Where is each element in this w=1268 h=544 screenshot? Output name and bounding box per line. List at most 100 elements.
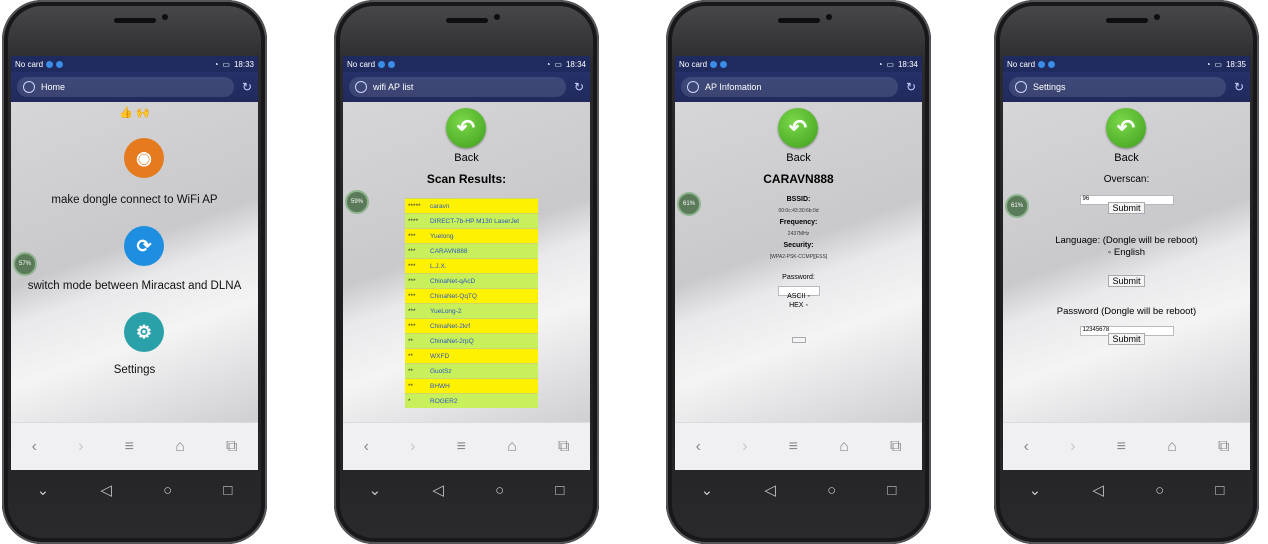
table-row[interactable]: *** ChinaNet-QqTQ	[405, 288, 538, 304]
back-arrow-icon[interactable]: ‹	[1024, 438, 1029, 456]
nav-home-icon[interactable]: ○	[163, 482, 172, 499]
nav-recents-icon[interactable]: □	[887, 482, 896, 499]
chevron-down-icon[interactable]: ⌄	[369, 481, 382, 499]
tabs-icon[interactable]: ⧉	[558, 438, 569, 456]
back-button[interactable]: Back	[343, 152, 590, 164]
ssid-link[interactable]: GuotSz	[427, 363, 538, 379]
menu-item-switch-mode[interactable]: switch mode between Miracast and DLNA	[11, 280, 258, 292]
nav-recents-icon[interactable]: □	[1215, 482, 1224, 499]
tabs-icon[interactable]: ⧉	[890, 438, 901, 456]
forward-arrow-icon[interactable]: ›	[78, 438, 83, 456]
nav-recents-icon[interactable]: □	[555, 482, 564, 499]
nav-recents-icon[interactable]: □	[223, 482, 232, 499]
notification-icon	[388, 60, 396, 68]
tabs-icon[interactable]: ⧉	[1218, 438, 1229, 456]
home-icon[interactable]: ⌂	[175, 438, 185, 456]
table-row[interactable]: *** CARAVN888	[405, 243, 538, 259]
browser-url-bar[interactable]: Settings ↻	[1003, 72, 1250, 102]
refresh-icon[interactable]: ⟳	[124, 226, 164, 266]
language-radio[interactable]: ◦ English	[1003, 247, 1250, 258]
table-row[interactable]: ** GuotSz	[405, 363, 538, 379]
ssid-link[interactable]: BHWH	[427, 378, 538, 394]
nav-back-icon[interactable]: ◁	[432, 481, 444, 499]
nav-back-icon[interactable]: ◁	[1092, 481, 1104, 499]
table-row[interactable]: * ROGER2	[405, 393, 538, 408]
back-icon[interactable]: ↶	[1106, 108, 1146, 148]
back-arrow-icon[interactable]: ‹	[32, 438, 37, 456]
table-row[interactable]: *** ChinaNet-qAcD	[405, 273, 538, 289]
table-row[interactable]: ***** caravn	[405, 198, 538, 214]
forward-arrow-icon[interactable]: ›	[410, 438, 415, 456]
ssid-link[interactable]: Yuelong	[427, 228, 538, 244]
ssid-link[interactable]: ChinaNet-qAcD	[427, 273, 538, 289]
password-submit-button[interactable]: Submit	[1108, 333, 1145, 345]
front-camera	[1154, 14, 1160, 20]
browser-url-bar[interactable]: wifi AP list ↻	[343, 72, 590, 102]
nav-home-icon[interactable]: ○	[1155, 482, 1164, 499]
back-button[interactable]: Back	[1003, 152, 1250, 164]
menu-icon[interactable]: ≡	[125, 438, 134, 456]
forward-arrow-icon[interactable]: ›	[742, 438, 747, 456]
ssid-link[interactable]: caravn	[427, 198, 538, 214]
nav-home-icon[interactable]: ○	[495, 482, 504, 499]
carrier-label: No card	[1007, 59, 1036, 69]
chevron-down-icon[interactable]: ⌄	[701, 481, 714, 499]
submit-button[interactable]	[791, 337, 806, 343]
back-arrow-icon[interactable]: ‹	[364, 438, 369, 456]
reload-icon[interactable]: ↻	[242, 80, 252, 94]
table-row[interactable]: **** DIRECT-7b-HP M130 LaserJet	[405, 213, 538, 229]
reload-icon[interactable]: ↻	[1234, 80, 1244, 94]
nav-back-icon[interactable]: ◁	[764, 481, 776, 499]
menu-icon[interactable]: ≡	[789, 438, 798, 456]
security-label: Security:	[783, 242, 814, 249]
ssid-link[interactable]: ChinaNet-2krf	[427, 318, 538, 334]
ssid-link[interactable]: ChinaNet-2rpQ	[427, 333, 538, 349]
table-row[interactable]: ** WXFD	[405, 348, 538, 364]
browser-url-bar[interactable]: Home ↻	[11, 72, 258, 102]
ascii-radio[interactable]: ASCII ◦	[675, 293, 922, 300]
ssid-link[interactable]: WXFD	[427, 348, 538, 364]
home-icon[interactable]: ⌂	[1167, 438, 1177, 456]
hex-radio[interactable]: HEX ◦	[675, 302, 922, 309]
home-icon[interactable]: ⌂	[507, 438, 517, 456]
table-row[interactable]: *** L.J.X.	[405, 258, 538, 274]
chevron-down-icon[interactable]: ⌄	[1029, 481, 1042, 499]
ssid-link[interactable]: CARAVN888	[427, 243, 538, 259]
table-row[interactable]: *** YueLong-2	[405, 303, 538, 319]
back-arrow-icon[interactable]: ‹	[696, 438, 701, 456]
tabs-icon[interactable]: ⧉	[226, 438, 237, 456]
menu-icon[interactable]: ≡	[457, 438, 466, 456]
menu-item-connect-wifi[interactable]: make dongle connect to WiFi AP	[11, 194, 258, 206]
ssid-link[interactable]: DIRECT-7b-HP M130 LaserJet	[427, 213, 538, 229]
ssid-link[interactable]: L.J.X.	[427, 258, 538, 274]
nav-home-icon[interactable]: ○	[827, 482, 836, 499]
ssid-link[interactable]: ROGER2	[427, 393, 538, 408]
back-button[interactable]: Back	[675, 152, 922, 164]
reload-icon[interactable]: ↻	[906, 80, 916, 94]
table-row[interactable]: *** Yuelong	[405, 228, 538, 244]
menu-icon[interactable]: ≡	[1117, 438, 1126, 456]
nav-back-icon[interactable]: ◁	[100, 481, 112, 499]
chevron-down-icon[interactable]: ⌄	[37, 481, 50, 499]
table-row[interactable]: *** ChinaNet-2krf	[405, 318, 538, 334]
battery-icon: ▭	[222, 59, 230, 69]
language-label: Language: (Dongle will be reboot)	[1055, 235, 1198, 246]
rss-icon[interactable]: ◉	[124, 138, 164, 178]
reload-icon[interactable]: ↻	[574, 80, 584, 94]
ssid-link[interactable]: YueLong-2	[427, 303, 538, 319]
menu-item-settings[interactable]: Settings	[11, 364, 258, 376]
language-submit-button[interactable]: Submit	[1108, 275, 1145, 287]
home-icon[interactable]: ⌂	[839, 438, 849, 456]
notification-icon	[46, 60, 54, 68]
globe-icon	[1015, 81, 1027, 93]
forward-arrow-icon[interactable]: ›	[1070, 438, 1075, 456]
gear-icon[interactable]: ⚙	[124, 312, 164, 352]
ssid-link[interactable]: ChinaNet-QqTQ	[427, 288, 538, 304]
overscan-submit-button[interactable]: Submit	[1108, 202, 1145, 214]
table-row[interactable]: ** ChinaNet-2rpQ	[405, 333, 538, 349]
back-icon[interactable]: ↶	[446, 108, 486, 148]
front-camera	[494, 14, 500, 20]
back-icon[interactable]: ↶	[778, 108, 818, 148]
browser-url-bar[interactable]: AP Infomation ↻	[675, 72, 922, 102]
table-row[interactable]: ** BHWH	[405, 378, 538, 394]
